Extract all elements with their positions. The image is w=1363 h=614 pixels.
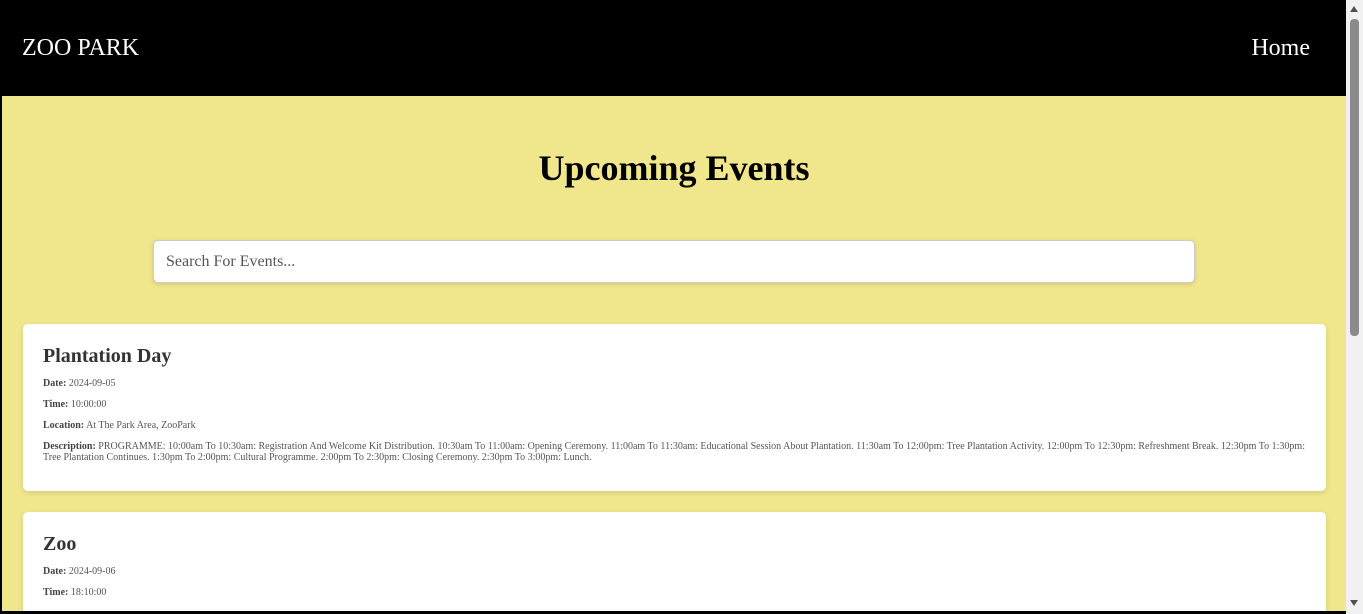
time-label: Time: — [43, 587, 69, 598]
events-list: Plantation Day Date: 2024-09-05 Time: 10… — [23, 324, 1326, 611]
time-label: Time: — [43, 399, 69, 410]
location-value: At The Park Area, ZooPark — [86, 420, 196, 431]
event-title: Plantation Day — [43, 345, 172, 367]
scroll-down-arrow-icon[interactable] — [1350, 600, 1358, 606]
date-value: 2024-09-06 — [68, 566, 116, 577]
search-input[interactable] — [153, 240, 1195, 283]
location-label: Location: — [43, 420, 85, 431]
description-label: Description: — [43, 441, 96, 452]
navbar: ZOO PARK Home — [2, 0, 1346, 96]
event-date: Date: 2024-09-05 — [43, 378, 1306, 389]
time-value: 18:10:00 — [70, 587, 107, 598]
event-time: Time: 18:10:00 — [43, 587, 1306, 598]
date-label: Date: — [43, 378, 67, 389]
date-value: 2024-09-05 — [68, 378, 116, 389]
date-label: Date: — [43, 566, 67, 577]
page-title: Upcoming Events — [538, 148, 810, 188]
time-value: 10:00:00 — [70, 399, 107, 410]
event-location: Location: At The Park Area, ZooPark — [43, 420, 1306, 431]
event-title: Zoo — [43, 533, 77, 555]
scrollbar-thumb[interactable] — [1350, 19, 1359, 336]
event-date: Date: 2024-09-06 — [43, 566, 1306, 577]
scroll-up-arrow-icon[interactable] — [1350, 6, 1358, 12]
description-value: PROGRAMME: 10:00am To 10:30am: Registrat… — [43, 441, 1305, 463]
event-card: Plantation Day Date: 2024-09-05 Time: 10… — [23, 324, 1326, 491]
search-container — [153, 240, 1195, 283]
event-description: Description: PROGRAMME: 10:00am To 10:30… — [43, 441, 1306, 463]
vertical-scrollbar[interactable] — [1346, 0, 1363, 614]
event-card: Zoo Date: 2024-09-06 Time: 18:10:00 — [23, 512, 1326, 611]
page-viewport: ZOO PARK Home Upcoming Events Plantation… — [2, 0, 1346, 611]
event-time: Time: 10:00:00 — [43, 399, 1306, 410]
brand-logo[interactable]: ZOO PARK — [22, 35, 139, 62]
home-link[interactable]: Home — [1251, 35, 1310, 62]
